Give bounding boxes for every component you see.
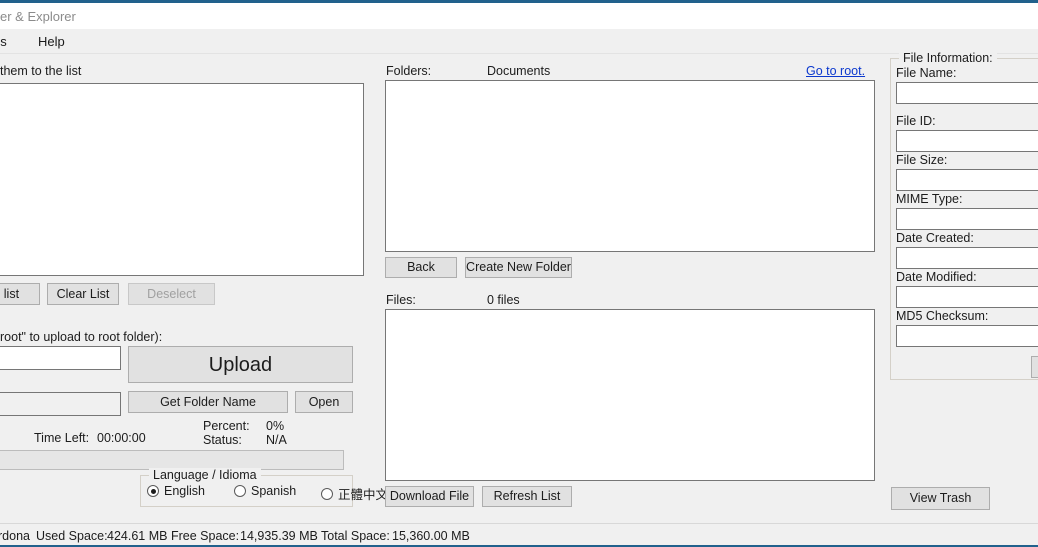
radio-dot-icon <box>147 485 159 497</box>
total-space-value: 15,360.00 MB <box>392 529 470 543</box>
percent-label: Percent: <box>203 419 250 433</box>
status-value: N/A <box>266 433 287 447</box>
file-id-field[interactable] <box>896 130 1038 152</box>
language-radio-chinese-label: 正體中文 <box>338 488 389 502</box>
status-label: Status: <box>203 433 242 447</box>
language-radio-chinese[interactable]: 正體中文 <box>321 484 388 503</box>
upload-folder-hint-label: root" to upload to root folder): <box>0 330 163 344</box>
folders-listbox[interactable] <box>385 80 875 252</box>
language-radio-spanish-label: Spanish <box>251 484 297 498</box>
time-left-label: Time Left: <box>34 431 90 445</box>
menu-item-options[interactable]: ns <box>0 33 12 50</box>
files-listbox[interactable] <box>385 309 875 481</box>
language-groupbox-caption: Language / Idioma <box>149 468 261 482</box>
files-label: Files: <box>386 293 416 307</box>
file-info-action-button[interactable] <box>1031 356 1038 378</box>
file-information-caption: File Information: <box>899 51 997 65</box>
window-title: er & Explorer <box>0 9 76 24</box>
current-folder-label: Documents <box>487 64 551 78</box>
date-created-field[interactable] <box>896 247 1038 269</box>
view-trash-button[interactable]: View Trash <box>891 487 990 510</box>
folders-label: Folders: <box>386 64 432 78</box>
file-name-field[interactable] <box>896 82 1038 104</box>
upload-progress-bar <box>0 450 344 470</box>
md5-checksum-field[interactable] <box>896 325 1038 347</box>
title-bar: er & Explorer <box>0 0 1038 29</box>
date-modified-field[interactable] <box>896 286 1038 308</box>
percent-value: 0% <box>266 419 285 433</box>
file-id-label: File ID: <box>896 114 936 128</box>
deselect-button[interactable]: Deselect <box>128 283 215 305</box>
upload-folder-input[interactable] <box>0 346 121 370</box>
language-groupbox: Language / Idioma English Spanish 正體中文 <box>140 468 388 507</box>
file-name-label: File Name: <box>896 66 957 80</box>
status-user: rdona <box>0 529 30 543</box>
clear-list-button[interactable]: Clear List <box>47 283 119 305</box>
back-button[interactable]: Back <box>385 257 457 278</box>
language-radio-english[interactable]: English <box>147 484 205 498</box>
file-information-groupbox: File Information: File Name: File ID: Fi… <box>890 51 1038 380</box>
free-space-label: Free Space: <box>171 529 240 543</box>
mime-type-label: MIME Type: <box>896 192 963 206</box>
time-left-value: 00:00:00 <box>97 431 146 445</box>
download-file-button[interactable]: Download File <box>385 486 474 507</box>
open-button[interactable]: Open <box>295 391 353 413</box>
menu-bar: ns Help <box>0 29 1038 54</box>
md5-checksum-label: MD5 Checksum: <box>896 309 989 323</box>
file-size-field[interactable] <box>896 169 1038 191</box>
date-modified-label: Date Modified: <box>896 270 977 284</box>
language-radio-spanish[interactable]: Spanish <box>234 484 296 498</box>
used-space-value: 424.61 MB <box>107 529 168 543</box>
get-folder-name-button[interactable]: Get Folder Name <box>128 391 288 413</box>
selected-path-input[interactable] <box>0 392 121 416</box>
upload-button[interactable]: Upload <box>128 346 353 383</box>
radio-dot-icon <box>321 487 333 500</box>
file-size-label: File Size: <box>896 153 948 167</box>
mime-type-field[interactable] <box>896 208 1038 230</box>
free-space-value: 14,935.39 MB <box>240 529 318 543</box>
go-to-root-link[interactable]: Go to root. <box>806 64 865 78</box>
status-bar: rdona Used Space: 424.61 MB Free Space: … <box>0 523 1038 547</box>
upload-instruction-label: them to the list <box>0 64 82 78</box>
create-new-folder-button[interactable]: Create New Folder <box>465 257 572 278</box>
files-count-label: 0 files <box>487 293 520 307</box>
refresh-list-button[interactable]: Refresh List <box>482 486 572 507</box>
menu-item-help[interactable]: Help <box>33 33 70 50</box>
selected-files-listbox[interactable] <box>0 83 364 276</box>
application-window: er & Explorer ns Help them to the list o… <box>0 0 1038 547</box>
language-radio-english-label: English <box>164 484 205 498</box>
radio-dot-icon <box>234 485 246 497</box>
remove-from-list-button[interactable]: om list <box>0 283 40 305</box>
used-space-label: Used Space: <box>36 529 108 543</box>
total-space-label: Total Space: <box>321 529 390 543</box>
date-created-label: Date Created: <box>896 231 974 245</box>
